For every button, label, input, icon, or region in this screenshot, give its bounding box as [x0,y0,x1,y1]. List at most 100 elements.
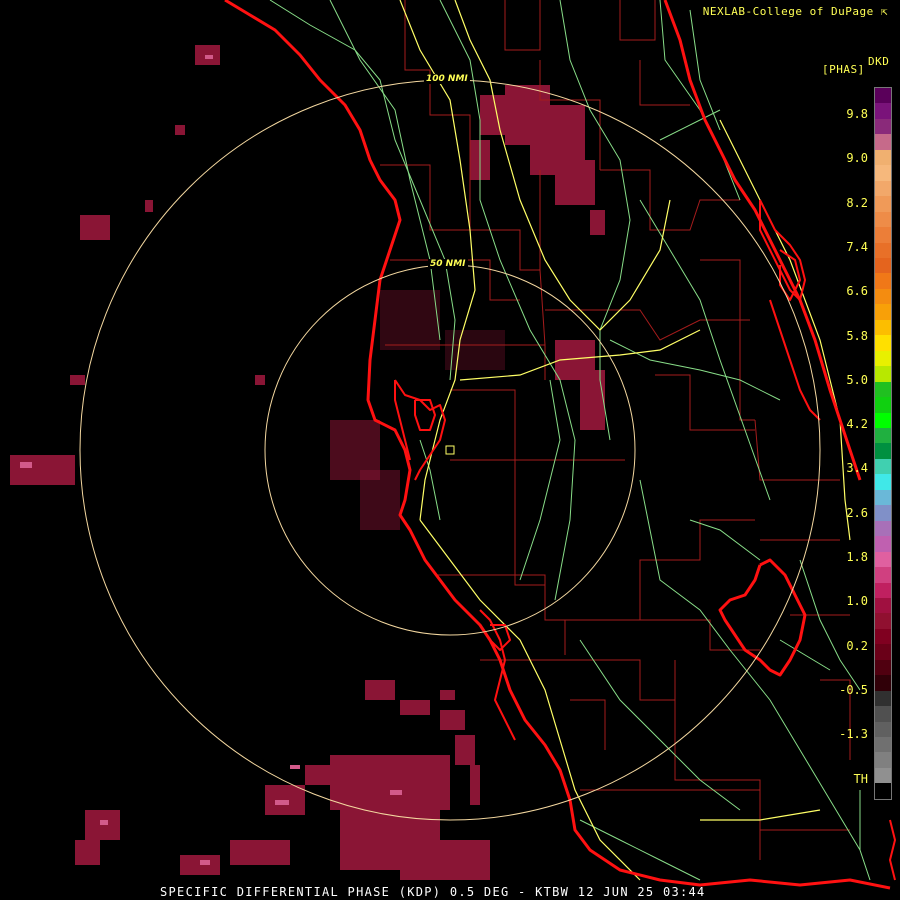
color-scale-tick-label: 1.0 [846,594,868,609]
color-scale-segment [875,118,891,135]
echo-block [400,700,430,715]
color-scale-segment [875,536,891,552]
echo-block [480,95,505,135]
color-scale-segment [875,628,891,645]
color-scale-segment [875,412,891,428]
range-label-100nmi: 100 NMI [424,74,470,84]
echo-block [360,470,400,530]
echo-cluster-coastal-scatter [330,290,505,530]
color-scale-segment [875,690,891,707]
echo-cluster-west [10,45,265,485]
color-scale-segment [875,551,891,568]
color-scale-segment [875,149,891,166]
highway-line [519,379,561,581]
echo-block [230,840,290,865]
echo-core [205,55,213,59]
color-scale-bar [874,87,892,800]
color-scale-segment [875,427,891,444]
color-scale-segment [875,211,891,228]
color-scale-segment [875,350,891,367]
echo-cluster-north [470,85,605,235]
color-scale-segment [875,257,891,274]
highway-line [639,479,861,851]
echo-block [555,160,595,205]
color-scale-segment [875,597,891,614]
color-scale-tick-label: 1.8 [846,550,868,564]
color-scale-segment [875,458,891,475]
highway-line [609,339,781,401]
color-scale-tick-label: 7.4 [846,239,868,254]
color-scale-segment [875,489,891,506]
echo-block [590,210,605,235]
color-scale-segment [875,180,891,197]
color-scale-segment [875,88,891,104]
credit-label: NEXLAB-College of DuPage ⇱ [703,5,888,18]
echo-block [580,370,605,430]
echo-block [380,290,440,350]
county-line [480,659,675,701]
cursor-arrow-icon: ⇱ [880,5,888,18]
echo-block [305,765,335,785]
color-scale-tick-label: 9.0 [846,151,868,166]
county-line [754,419,840,481]
color-scale-tick-label: 5.8 [846,328,868,343]
credit-text: NEXLAB-College of DuPage [702,5,874,18]
color-scale-segment [875,721,891,738]
highway-line [659,0,741,201]
echo-cluster-east [555,340,605,430]
color-scale-tick-label: 0.2 [846,638,868,653]
color-scale-tick-label: -1.3 [839,727,868,742]
indian-river-south [769,299,821,421]
color-scale-segment [875,752,891,768]
color-scale-segment [875,737,891,753]
echo-block [470,765,480,805]
radar-site-marker [445,445,455,455]
color-scale-tick-label: TH [853,771,868,786]
echo-core [275,800,289,805]
color-scale-segment [875,567,891,583]
echo-core [100,820,108,825]
county-line [514,530,545,586]
color-scale-segment [875,381,891,398]
color-scale-segment [875,366,891,382]
highway-line [579,819,701,881]
color-scale-tick-label: 4.2 [846,417,868,432]
color-scale-segment [875,134,891,150]
color-scale-segment [875,103,891,119]
color-scale-segment [875,582,891,598]
color-scale-segment [875,443,891,459]
color-scale-segment [875,675,891,691]
echo-block [70,375,85,385]
echo-block [440,690,455,700]
color-scale-segment [875,319,891,336]
echo-block [80,215,110,240]
echo-core [290,765,300,769]
highway-line [579,639,741,811]
color-scale-segment [875,644,891,660]
echo-core [200,860,210,865]
highway-line [419,439,441,521]
county-line [504,0,541,51]
color-scale-segment [875,165,891,181]
echo-block [440,710,465,730]
highway-line [799,559,861,691]
product-units: [PHAS] [822,63,865,76]
county-line [619,0,656,41]
county-line [700,259,755,421]
echo-block [365,680,395,700]
color-scale-segment [875,659,891,676]
color-scale-segment [875,196,891,212]
echo-block [175,125,185,135]
radar-echoes [10,45,605,880]
color-scale-tick-label: 6.6 [846,284,868,299]
echo-block [145,200,153,212]
color-scale-segment [875,397,891,413]
product-info-line: SPECIFIC DIFFERENTIAL PHASE (KDP) 0.5 DE… [160,885,706,899]
color-scale-segment [875,613,891,629]
east-coast-south [889,819,896,881]
radar-display: 100 NMI 50 NMI NEXLAB-College of DuPage … [0,0,900,900]
lake-okeechobee [718,558,807,677]
echo-block [75,840,100,865]
color-scale-segment [875,706,891,722]
product-code: DKD [868,55,890,68]
